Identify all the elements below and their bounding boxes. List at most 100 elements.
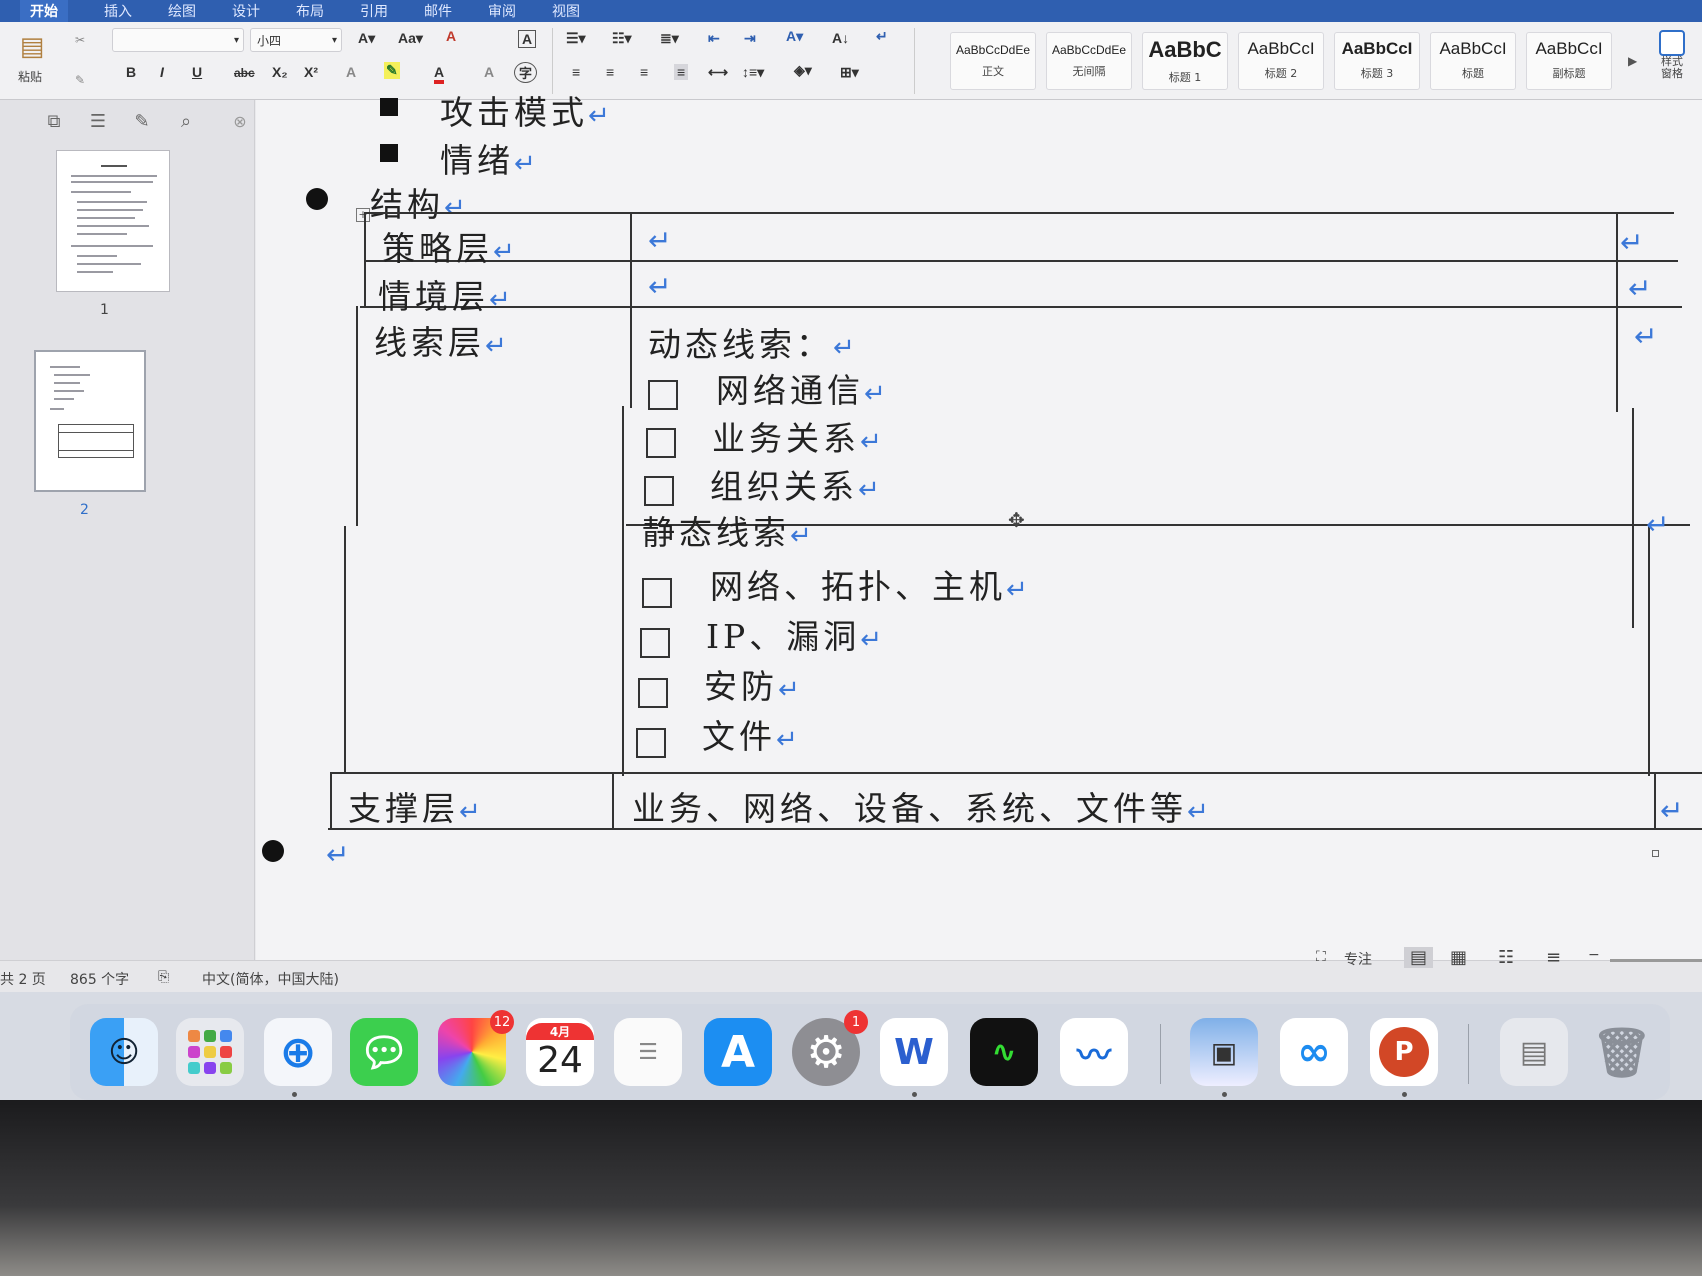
superscript-icon[interactable]: X²: [304, 64, 318, 80]
distributed-icon[interactable]: ⟷: [708, 64, 728, 81]
tab-insert[interactable]: 插入: [104, 1, 132, 21]
launchpad-icon[interactable]: [176, 1018, 244, 1086]
shading-icon[interactable]: ◈▾: [794, 62, 812, 79]
tab-layout[interactable]: 布局: [296, 1, 324, 21]
highlight-icon[interactable]: ✎: [384, 62, 400, 79]
multilevel-list-icon[interactable]: ≣▾: [660, 30, 679, 47]
language-indicator[interactable]: 中文(简体，中国大陆): [202, 969, 339, 989]
font-color-icon[interactable]: A: [434, 64, 445, 84]
tab-review[interactable]: 审阅: [488, 1, 516, 21]
align-left-icon[interactable]: ≡: [572, 64, 580, 80]
thumbnails-icon[interactable]: ⧉: [42, 110, 66, 134]
borders-icon[interactable]: ⊞▾: [840, 64, 859, 81]
close-icon[interactable]: ⊗: [228, 110, 252, 134]
cell-strategy-content[interactable]: ↵: [648, 224, 671, 257]
search-icon[interactable]: ⌕: [174, 110, 198, 134]
page-thumbnail-1[interactable]: [56, 150, 170, 292]
style-title[interactable]: AaBbCcI 标题: [1430, 32, 1516, 90]
activity-monitor-icon[interactable]: ∿: [970, 1018, 1038, 1086]
draft-view-icon[interactable]: ≡: [1546, 947, 1561, 968]
clear-format-icon[interactable]: A: [446, 28, 456, 44]
checkbox[interactable]: [646, 428, 676, 458]
format-painter-icon[interactable]: ✎: [70, 70, 90, 90]
edit-icon[interactable]: ✎: [130, 110, 154, 134]
table-move-handle[interactable]: +: [356, 208, 370, 222]
page-count[interactable]: 共 2 页: [0, 969, 46, 989]
bullets-icon[interactable]: ☰▾: [566, 30, 586, 47]
proofing-icon[interactable]: ⎘: [158, 969, 169, 985]
print-layout-icon[interactable]: ▤: [1404, 947, 1434, 968]
document-canvas[interactable]: 攻击模式↵ 情绪↵ 结构↵ + 策略层↵ 情境层↵ 线索层↵ 支撑层↵ ↵ ↵ …: [256, 93, 1702, 960]
web-layout-icon[interactable]: ▦: [1450, 947, 1467, 968]
checkbox[interactable]: [642, 578, 672, 608]
decrease-indent-icon[interactable]: ⇤: [708, 30, 720, 47]
empty-list-item[interactable]: ↵: [326, 838, 349, 871]
tab-home[interactable]: 开始: [20, 0, 68, 22]
line-spacing-icon[interactable]: ↕≡▾: [742, 64, 764, 81]
photos-icon[interactable]: 12: [438, 1010, 514, 1086]
strikethrough-icon[interactable]: abc: [234, 66, 255, 80]
safari-icon[interactable]: ⊕: [264, 1018, 332, 1086]
freeform-icon[interactable]: 〰: [1060, 1018, 1128, 1086]
docx-file-icon[interactable]: ▤: [1500, 1018, 1568, 1086]
focus-mode-label[interactable]: 专注: [1344, 949, 1372, 969]
tab-mailings[interactable]: 邮件: [424, 1, 452, 21]
tab-design[interactable]: 设计: [232, 1, 260, 21]
cut-icon[interactable]: ✂: [70, 30, 90, 50]
table-resize-handle[interactable]: [1652, 850, 1659, 857]
styles-pane-button[interactable]: 样式 窗格: [1650, 28, 1694, 94]
powerpoint-icon[interactable]: P: [1370, 1018, 1438, 1086]
system-settings-icon[interactable]: ⚙ 1: [792, 1010, 868, 1086]
numbering-icon[interactable]: ☷▾: [612, 30, 632, 47]
reminders-icon[interactable]: ☰: [614, 1018, 682, 1086]
align-center-icon[interactable]: ≡: [606, 64, 614, 80]
style-subtitle[interactable]: AaBbCcI 副标题: [1526, 32, 1612, 90]
style-no-spacing[interactable]: AaBbCcDdEe 无间隔: [1046, 32, 1132, 90]
paste-icon[interactable]: ▤: [10, 28, 54, 66]
enclose-char-icon[interactable]: 字: [514, 62, 538, 83]
asian-layout-icon[interactable]: A▾: [786, 28, 803, 45]
calendar-icon[interactable]: 4月 24: [526, 1018, 594, 1086]
text-effect-icon[interactable]: A: [346, 64, 356, 80]
checkbox[interactable]: [648, 380, 678, 410]
baidu-netdisk-icon[interactable]: ∞: [1280, 1018, 1348, 1086]
cell-support-content[interactable]: 业务、网络、设备、系统、文件等↵: [632, 782, 1213, 830]
finder-icon[interactable]: ☺: [90, 1018, 158, 1086]
word-icon[interactable]: W: [880, 1018, 948, 1086]
char-border-icon[interactable]: A: [518, 30, 537, 48]
word-count[interactable]: 865 个字: [70, 969, 129, 989]
font-name-select[interactable]: ▾: [112, 28, 244, 52]
app-store-icon[interactable]: A: [704, 1018, 772, 1086]
zoom-slider[interactable]: [1610, 959, 1702, 962]
checkbox[interactable]: [644, 476, 674, 506]
justify-icon[interactable]: ≡: [674, 64, 689, 80]
styles-scroll-icon[interactable]: ▶: [1628, 54, 1637, 68]
checkbox[interactable]: [640, 628, 670, 658]
messages-icon[interactable]: 💬︎: [350, 1018, 418, 1086]
style-heading-2[interactable]: AaBbCcI 标题 2: [1238, 32, 1324, 90]
preview-icon[interactable]: ▣: [1190, 1018, 1258, 1086]
checkbox[interactable]: [636, 728, 666, 758]
align-right-icon[interactable]: ≡: [640, 64, 648, 80]
char-shading-icon[interactable]: A: [484, 64, 494, 80]
tab-view[interactable]: 视图: [552, 1, 580, 21]
font-size-select[interactable]: 小四 ▾: [250, 28, 342, 52]
bold-icon[interactable]: B: [126, 64, 136, 80]
sort-icon[interactable]: A↓: [832, 30, 849, 46]
tab-draw[interactable]: 绘图: [168, 1, 196, 21]
style-heading-1[interactable]: AaBbC 标题 1: [1142, 32, 1228, 90]
outline-view-icon[interactable]: ☷: [1498, 947, 1514, 968]
show-marks-icon[interactable]: ↵: [876, 28, 888, 45]
outline-icon[interactable]: ☰: [86, 110, 110, 134]
cell-context-content[interactable]: ↵: [648, 270, 671, 303]
tab-references[interactable]: 引用: [360, 1, 388, 21]
increase-indent-icon[interactable]: ⇥: [744, 30, 756, 47]
focus-icon[interactable]: ⛶: [1316, 949, 1326, 965]
page-thumbnail-2[interactable]: [34, 350, 146, 492]
change-case-icon[interactable]: Aa▾: [398, 30, 423, 47]
underline-icon[interactable]: U: [192, 64, 202, 80]
italic-icon[interactable]: I: [160, 64, 164, 80]
checkbox[interactable]: [638, 678, 668, 708]
subscript-icon[interactable]: X₂: [272, 64, 288, 80]
trash-icon[interactable]: 🗑︎: [1588, 1018, 1656, 1086]
